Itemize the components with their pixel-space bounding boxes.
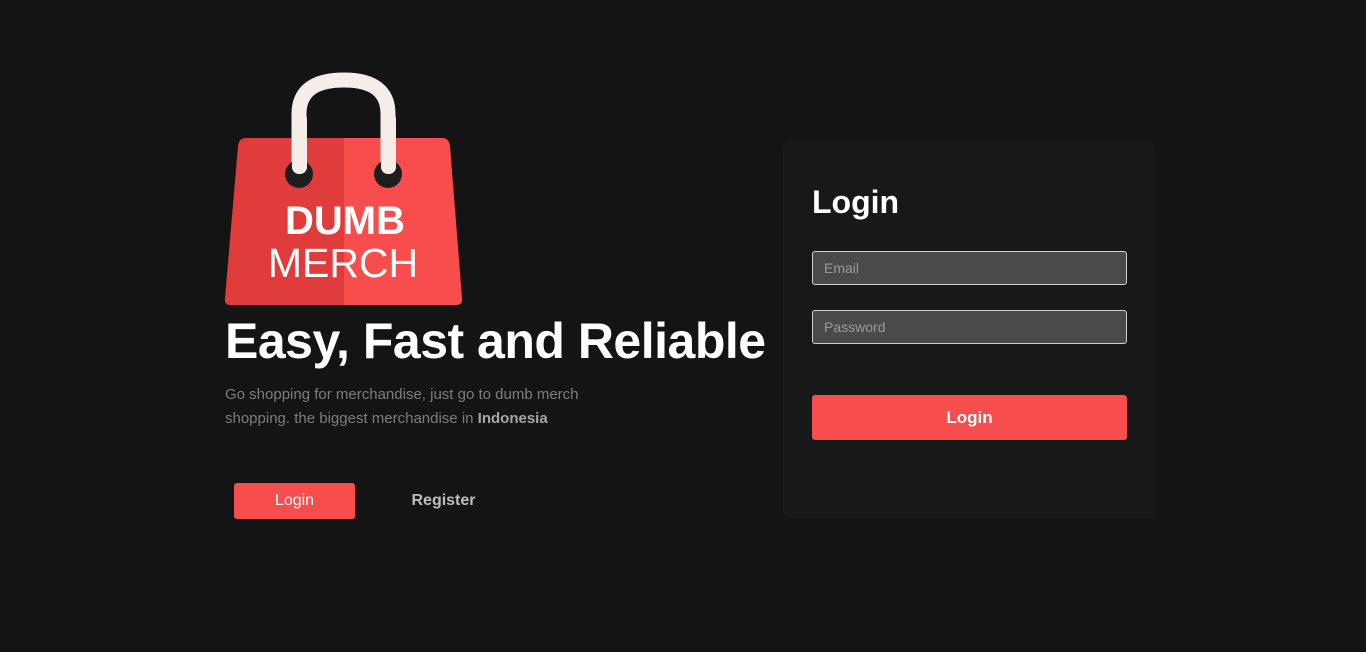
password-field[interactable]	[812, 310, 1127, 344]
hero-headline: Easy, Fast and Reliable	[225, 313, 766, 369]
hero-tagline-highlight: Indonesia	[477, 410, 548, 427]
landing-page: DUMB MERCH Easy, Fast and Reliable Go sh…	[0, 0, 1366, 652]
hero-register-button[interactable]: Register	[383, 483, 504, 519]
login-card: Login Login	[783, 142, 1156, 518]
login-title: Login	[812, 184, 900, 220]
logo-text-line1: DUMB	[285, 199, 405, 243]
logo-text-line2: MERCH	[268, 240, 418, 286]
hero-tagline: Go shopping for merchandise, just go to …	[225, 383, 645, 431]
login-submit-button[interactable]: Login	[812, 395, 1127, 440]
email-field[interactable]	[812, 251, 1127, 285]
dumb-merch-logo: DUMB MERCH	[224, 72, 463, 305]
hero-login-button[interactable]: Login	[234, 483, 355, 519]
